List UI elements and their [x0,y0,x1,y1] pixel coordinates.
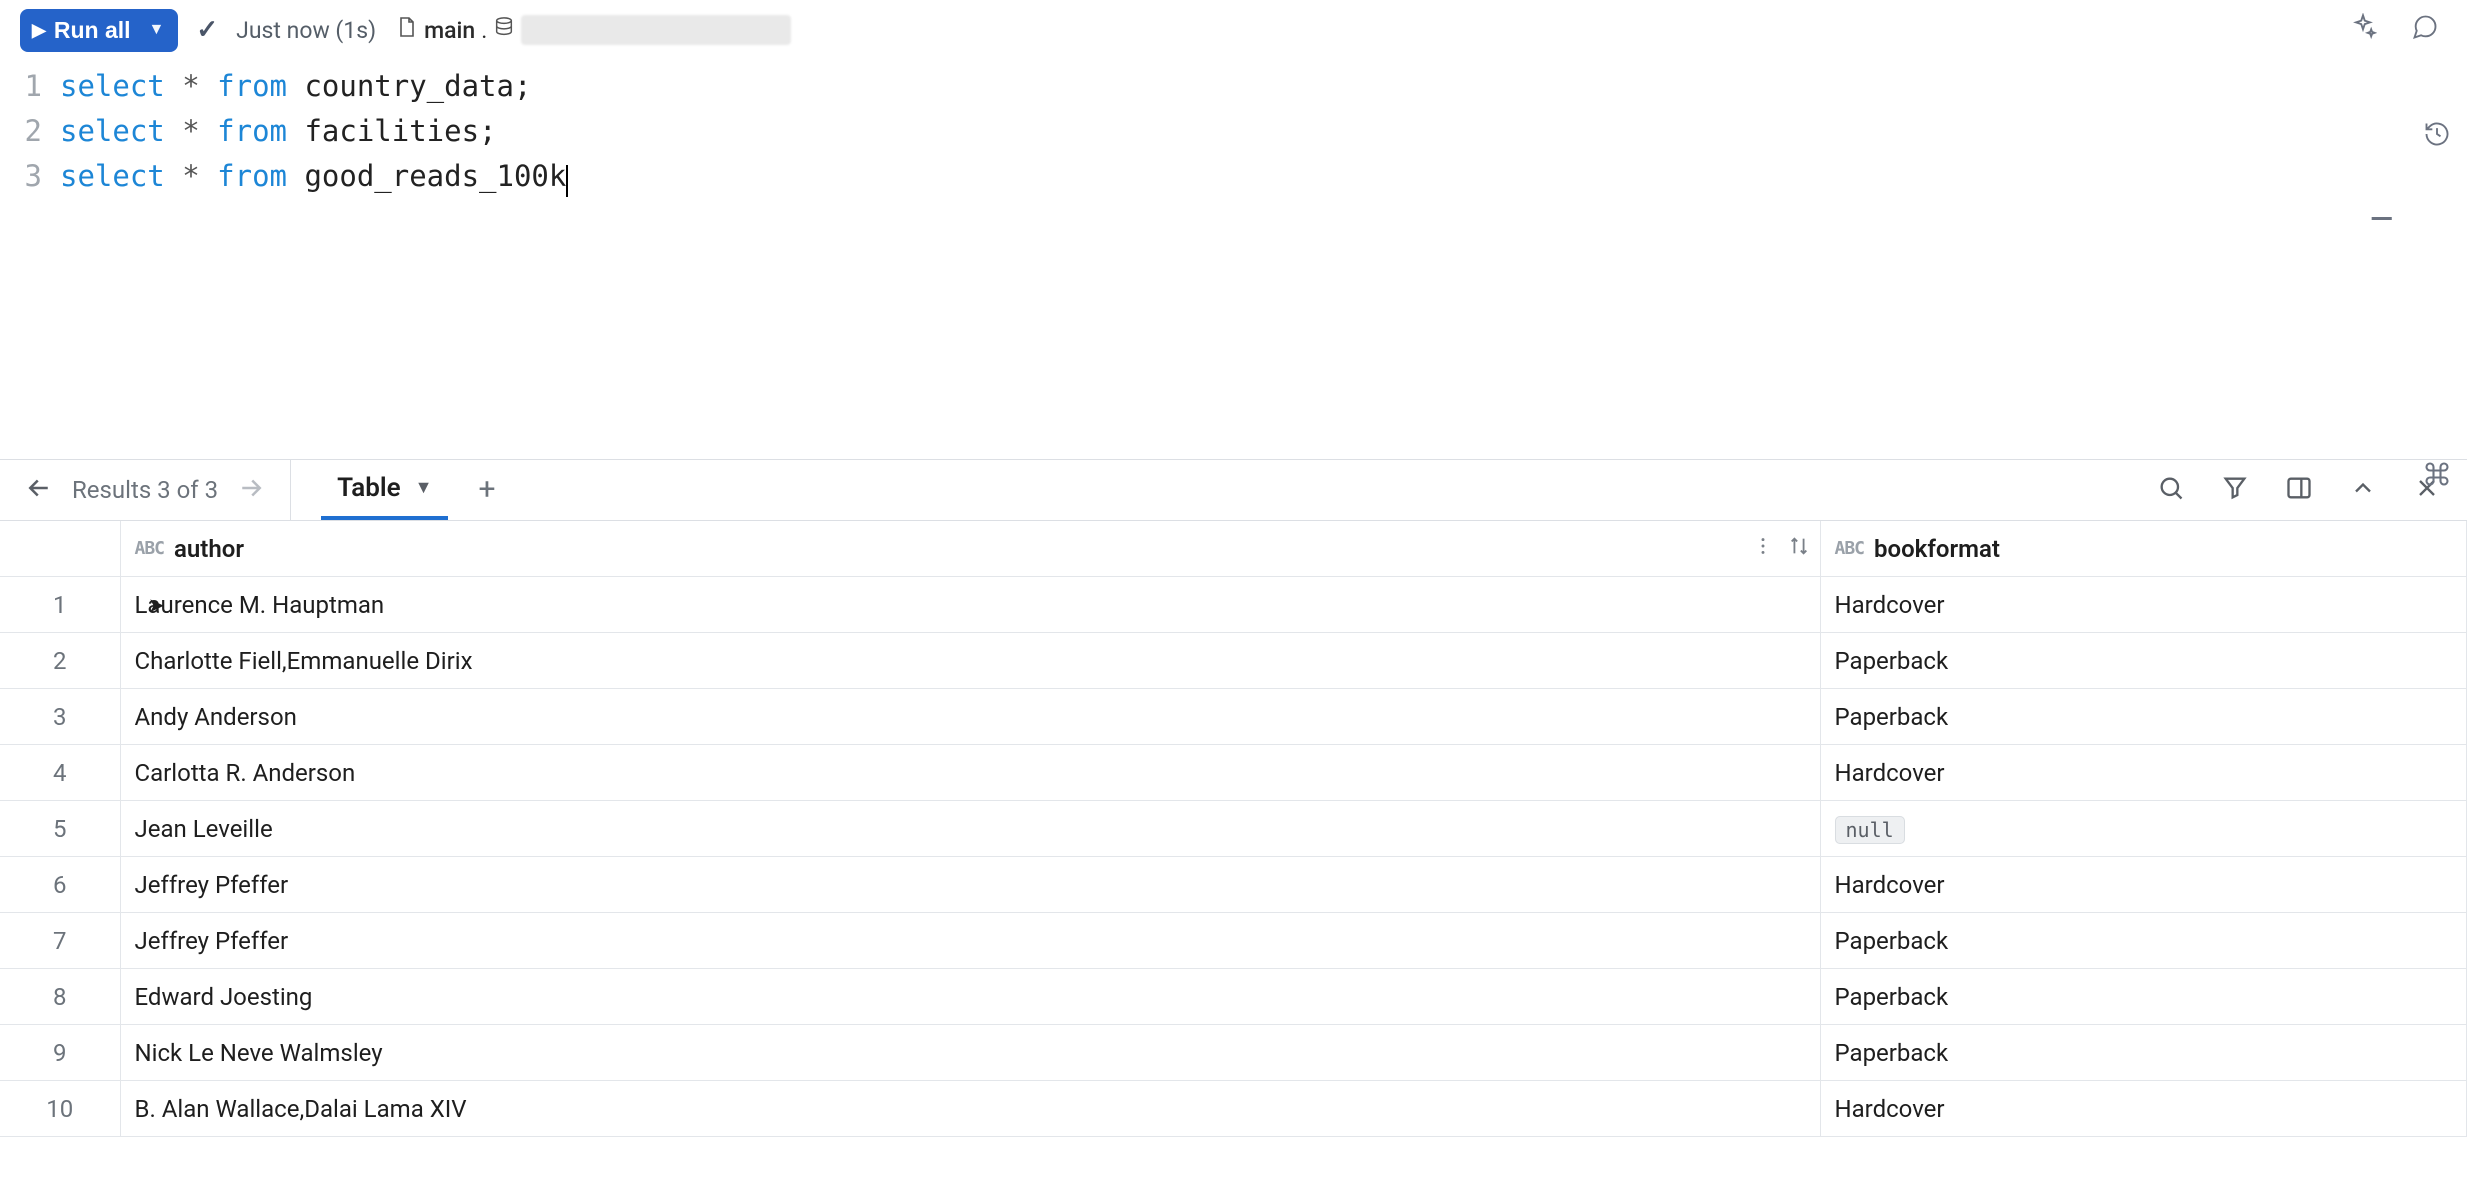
table-row[interactable]: 9Nick Le Neve WalmsleyPaperback [0,1025,2467,1081]
table-row[interactable]: 6Jeffrey PfefferHardcover [0,857,2467,913]
code-content[interactable]: select * from country_data; [60,64,531,109]
line-number: 2 [0,109,60,154]
command-icon[interactable] [2423,460,2451,494]
row-number: 8 [0,969,120,1025]
cell-author[interactable]: Edward Joesting [120,969,1820,1025]
table-row[interactable]: 3Andy AndersonPaperback [0,689,2467,745]
cell-bookformat[interactable]: Paperback [1820,969,2467,1025]
type-icon: ABC [1835,538,1865,559]
results-header: Results 3 of 3 Table ▼ + [0,459,2467,521]
cell-bookformat[interactable]: Paperback [1820,1025,2467,1081]
table-row[interactable]: 1Laurence M. HauptmanHardcover [0,577,2467,633]
cell-bookformat[interactable]: Paperback [1820,689,2467,745]
results-count-label: Results 3 of 3 [72,476,218,504]
cell-bookformat[interactable]: null [1820,801,2467,857]
row-number: 5 [0,801,120,857]
text-cursor [566,165,568,197]
cell-author[interactable]: Jean Leveille [120,801,1820,857]
column-name: bookformat [1874,535,2000,563]
tab-label: Table [337,473,401,503]
results-tabs: Table ▼ + [291,460,495,520]
line-number: 1 [0,64,60,109]
code-content[interactable]: select * from facilities; [60,109,497,154]
chevron-down-icon: ▼ [149,21,165,39]
code-line[interactable]: 1select * from country_data; [0,64,2467,109]
cell-author[interactable]: Laurence M. Hauptman [120,577,1820,633]
run-status-text: Just now (1s) [236,17,376,44]
row-number: 10 [0,1081,120,1137]
database-icon [493,16,515,44]
column-menu-icon[interactable] [1752,535,1774,563]
cell-author[interactable]: Charlotte Fiell,Emmanuelle Dirix [120,633,1820,689]
cell-bookformat[interactable]: Paperback [1820,913,2467,969]
row-number: 1 [0,577,120,633]
prev-result-button[interactable] [20,469,58,510]
cell-author[interactable]: Andy Anderson [120,689,1820,745]
table-row[interactable]: 10B. Alan Wallace,Dalai Lama XIVHardcove… [0,1081,2467,1137]
context-main-label: main [424,17,475,44]
run-all-button[interactable]: ▶ Run all ▼ [20,9,178,52]
row-number: 9 [0,1025,120,1081]
cell-bookformat[interactable]: Hardcover [1820,577,2467,633]
column-header-author[interactable]: ABC author [120,521,1820,577]
search-button[interactable] [2153,470,2189,509]
table-row[interactable]: 8Edward JoestingPaperback [0,969,2467,1025]
collapse-icon[interactable]: — [2370,202,2393,237]
add-tab-button[interactable]: + [478,472,495,507]
results-toolbar-right [2153,470,2467,509]
context-separator: . [481,17,487,44]
tab-table[interactable]: Table ▼ [321,460,448,520]
play-icon: ▶ [32,20,46,41]
next-result-button[interactable] [232,469,270,510]
table-row[interactable]: 7Jeffrey PfefferPaperback [0,913,2467,969]
file-icon [394,15,418,45]
row-number: 3 [0,689,120,745]
cell-author[interactable]: Carlotta R. Anderson [120,745,1820,801]
cell-bookformat[interactable]: Hardcover [1820,857,2467,913]
expand-button[interactable] [2345,470,2381,509]
row-number: 2 [0,633,120,689]
column-header-bookformat[interactable]: ABC bookformat [1820,521,2467,577]
table-row[interactable]: 5Jean Leveille null [0,801,2467,857]
check-icon: ✓ [196,15,218,45]
sql-editor[interactable]: 1select * from country_data;2select * fr… [0,60,2467,199]
column-name: author [174,535,244,563]
cell-bookformat[interactable]: Hardcover [1820,1081,2467,1137]
cell-author[interactable]: B. Alan Wallace,Dalai Lama XIV [120,1081,1820,1137]
chevron-down-icon: ▼ [415,477,433,498]
rownum-header [0,521,120,577]
cell-bookformat[interactable]: Hardcover [1820,745,2467,801]
database-context[interactable]: main . [394,15,791,45]
code-line[interactable]: 2select * from facilities; [0,109,2467,154]
cell-author[interactable]: Nick Le Neve Walmsley [120,1025,1820,1081]
editor-toolbar: ▶ Run all ▼ ✓ Just now (1s) main . [0,0,2467,60]
comment-icon[interactable] [2403,9,2447,51]
line-number: 3 [0,154,60,199]
run-button-label: Run all [54,17,131,44]
history-icon[interactable] [2423,120,2451,154]
code-content[interactable]: select * from good_reads_100k [60,154,568,199]
row-number: 7 [0,913,120,969]
row-number: 6 [0,857,120,913]
table-row[interactable]: 2Charlotte Fiell,Emmanuelle DirixPaperba… [0,633,2467,689]
cell-bookformat[interactable]: Paperback [1820,633,2467,689]
table-row[interactable]: 4Carlotta R. AndersonHardcover [0,745,2467,801]
results-nav: Results 3 of 3 [0,460,291,520]
row-number: 4 [0,745,120,801]
panel-toggle-button[interactable] [2281,470,2317,509]
type-icon: ABC [135,538,165,559]
sparkle-icon[interactable] [2341,9,2385,51]
results-table: ABC author ABC bookf [0,521,2467,1138]
sort-icon[interactable] [1788,535,1810,563]
filter-button[interactable] [2217,470,2253,509]
results-table-wrap: ABC author ABC bookf [0,521,2467,1138]
cell-author[interactable]: Jeffrey Pfeffer [120,857,1820,913]
code-line[interactable]: 3select * from good_reads_100k [0,154,2467,199]
null-pill: null [1835,816,1905,844]
cell-author[interactable]: Jeffrey Pfeffer [120,913,1820,969]
redacted-db-name [521,15,791,45]
